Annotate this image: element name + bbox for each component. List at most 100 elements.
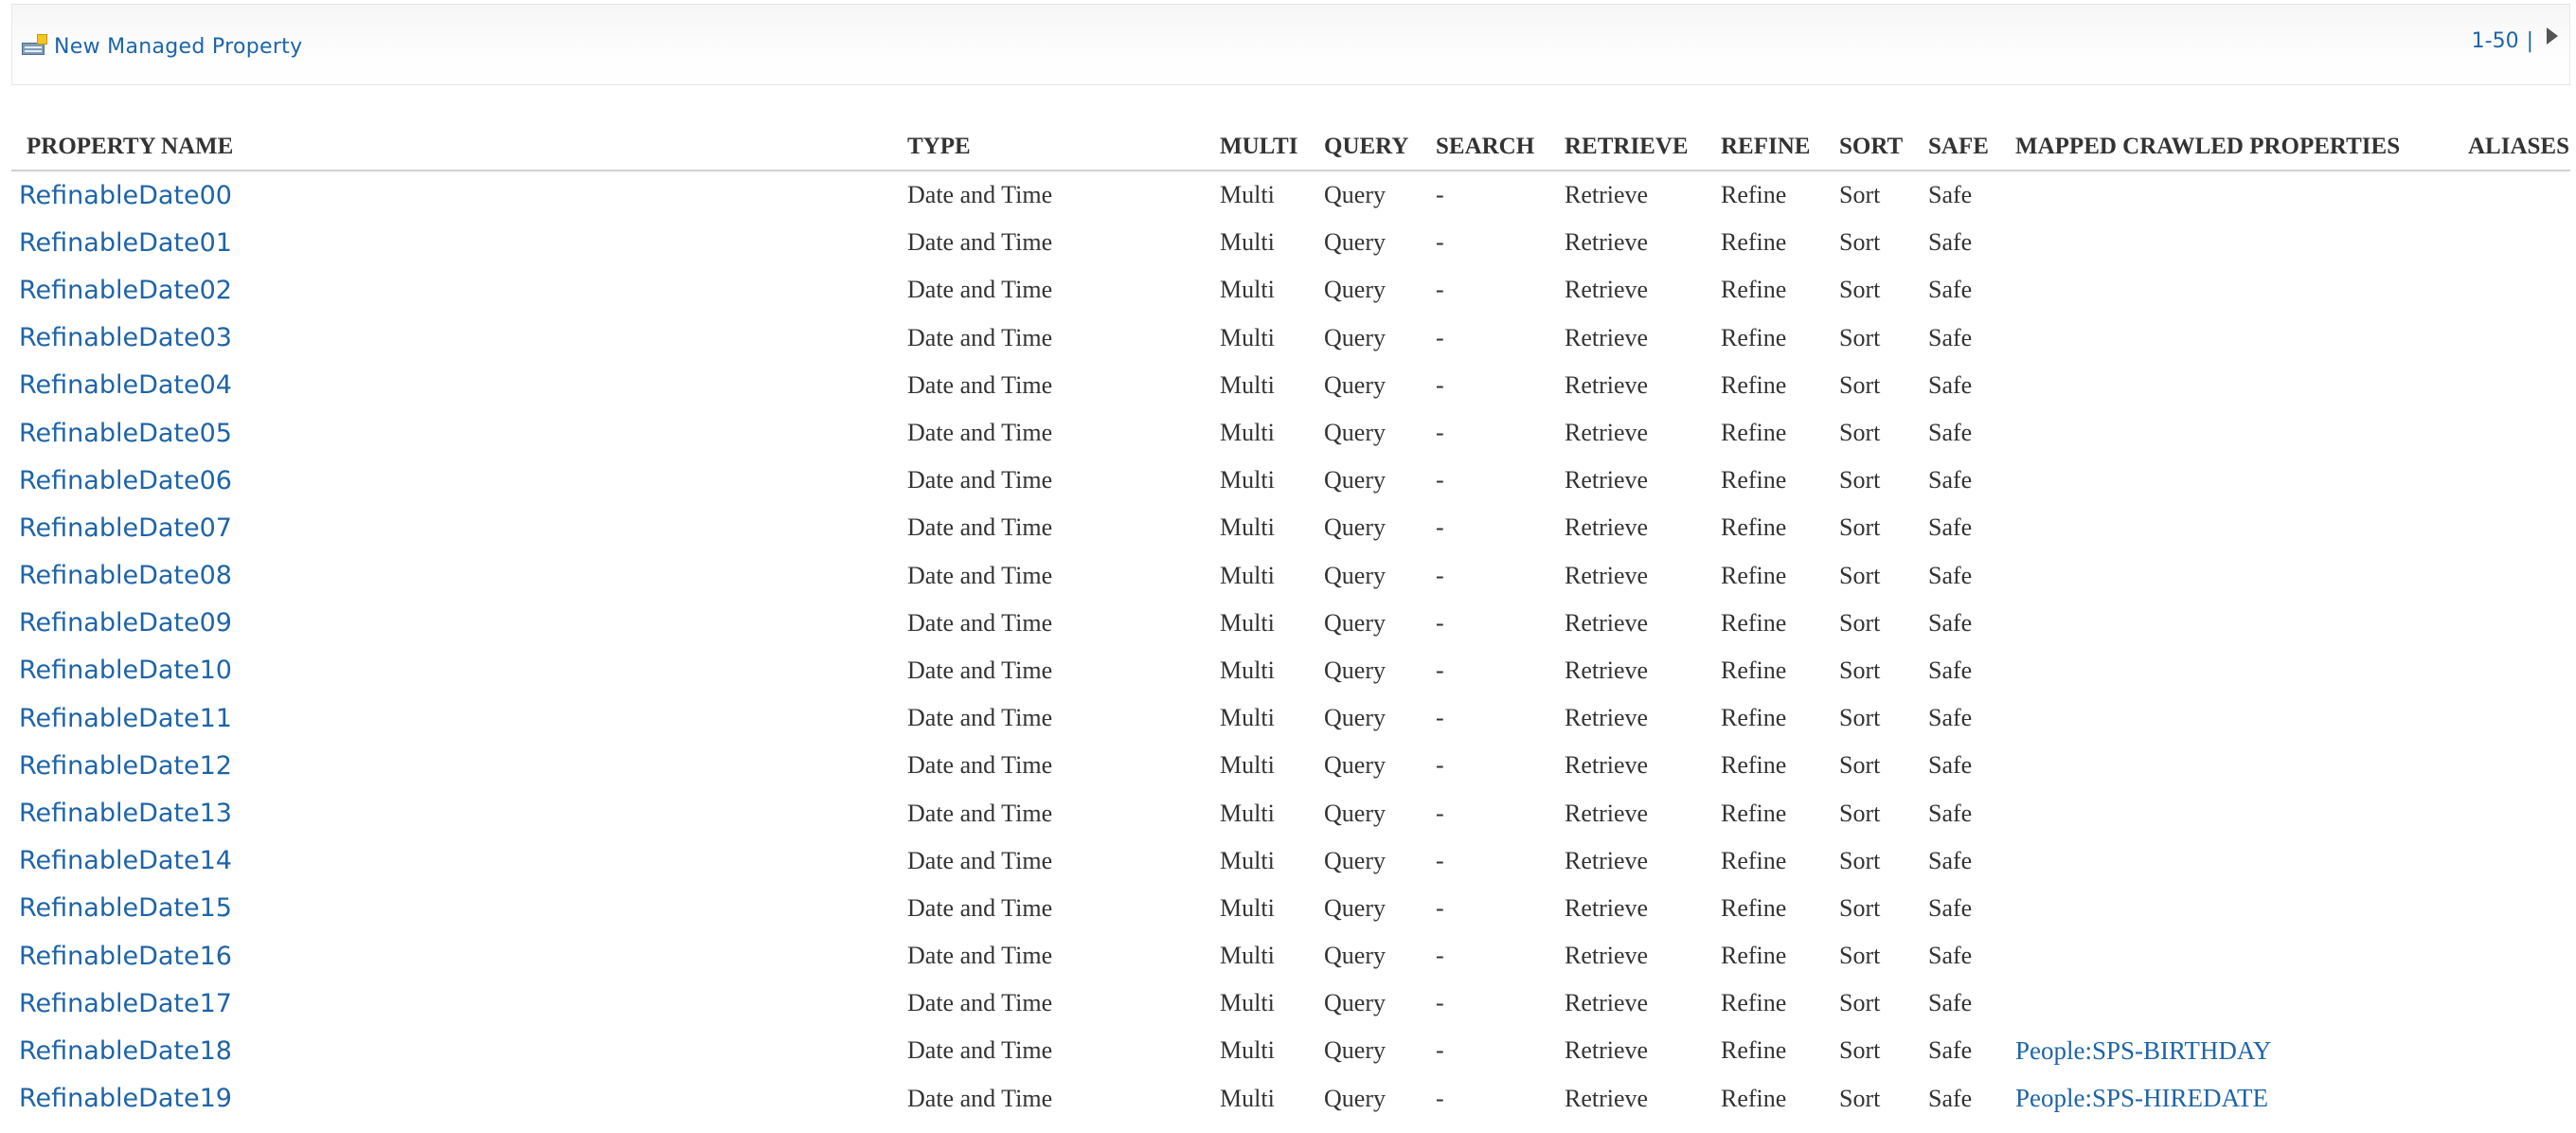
refine-cell: Refine bbox=[1721, 989, 1787, 1017]
next-page-arrow-icon[interactable] bbox=[2547, 27, 2558, 45]
aliases-cell bbox=[2468, 980, 2570, 1027]
search-cell: - bbox=[1436, 893, 1444, 922]
aliases-cell bbox=[2468, 266, 2570, 314]
mapped-crawled-property-link[interactable]: People:SPS-HIREDATE bbox=[2015, 1084, 2268, 1112]
column-header-sort: SORT bbox=[1839, 123, 1928, 171]
query-cell: Query bbox=[1324, 989, 1386, 1017]
property-name-link[interactable]: RefinableDate00 bbox=[11, 181, 232, 210]
retrieve-cell: Retrieve bbox=[1565, 513, 1649, 542]
table-body: RefinableDate00 Date and Time Multi Query - R… bbox=[11, 171, 2570, 1123]
property-name-link[interactable]: RefinableDate17 bbox=[11, 989, 232, 1018]
type-cell: Date and Time bbox=[907, 846, 1053, 874]
search-cell: - bbox=[1436, 704, 1444, 732]
property-name-link[interactable]: RefinableDate05 bbox=[11, 419, 232, 448]
type-cell: Date and Time bbox=[907, 893, 1053, 922]
safe-cell: Safe bbox=[1928, 704, 1973, 732]
property-name-cell: RefinableDate12 bbox=[11, 742, 907, 789]
query-cell: Query bbox=[1324, 181, 1386, 209]
query-cell: Query bbox=[1324, 942, 1386, 970]
refine-cell: Refine bbox=[1721, 1036, 1787, 1065]
property-name-cell: RefinableDate03 bbox=[11, 315, 907, 362]
property-name-link[interactable]: RefinableDate06 bbox=[11, 466, 232, 495]
aliases-cell bbox=[2468, 219, 2570, 266]
multi-cell: Multi bbox=[1220, 276, 1275, 304]
safe-cell: Safe bbox=[1928, 466, 1973, 495]
table-row: RefinableDate18 Date and Time Multi Query - R… bbox=[11, 1027, 2570, 1074]
property-name-cell: RefinableDate10 bbox=[11, 647, 907, 694]
sort-cell: Sort bbox=[1839, 704, 1881, 732]
safe-cell: Safe bbox=[1928, 1084, 1973, 1112]
property-name-cell: RefinableDate06 bbox=[11, 457, 907, 504]
property-name-link[interactable]: RefinableDate07 bbox=[11, 513, 232, 543]
property-name-link[interactable]: RefinableDate19 bbox=[11, 1084, 232, 1113]
mapped-crawled-property-cell bbox=[2015, 694, 2468, 742]
query-cell: Query bbox=[1324, 799, 1386, 827]
property-name-link[interactable]: RefinableDate11 bbox=[11, 704, 232, 733]
property-name-link[interactable]: RefinableDate08 bbox=[11, 561, 232, 590]
safe-cell: Safe bbox=[1928, 656, 1973, 684]
pager-separator: | bbox=[2526, 29, 2533, 53]
column-header-aliases: ALIASES bbox=[2468, 123, 2570, 171]
property-name-link[interactable]: RefinableDate01 bbox=[11, 228, 232, 258]
mapped-crawled-property-link[interactable]: People:SPS-BIRTHDAY bbox=[2015, 1036, 2271, 1065]
search-cell: - bbox=[1436, 228, 1444, 257]
table-row: RefinableDate19 Date and Time Multi Query - R… bbox=[11, 1075, 2570, 1123]
retrieve-cell: Retrieve bbox=[1565, 942, 1649, 970]
query-cell: Query bbox=[1324, 656, 1386, 684]
property-name-link[interactable]: RefinableDate03 bbox=[11, 323, 232, 352]
safe-cell: Safe bbox=[1928, 323, 1973, 351]
property-name-cell: RefinableDate19 bbox=[11, 1075, 907, 1123]
aliases-cell bbox=[2468, 1075, 2570, 1123]
search-cell: - bbox=[1436, 1036, 1444, 1065]
column-header-retrieve: RETRIEVE bbox=[1565, 123, 1721, 171]
query-cell: Query bbox=[1324, 370, 1386, 399]
column-header-query: QUERY bbox=[1324, 123, 1436, 171]
new-managed-property-button[interactable]: New Managed Property bbox=[20, 31, 302, 62]
multi-cell: Multi bbox=[1220, 323, 1275, 351]
table-row: RefinableDate02 Date and Time Multi Query - R… bbox=[11, 266, 2570, 314]
property-name-link[interactable]: RefinableDate09 bbox=[11, 608, 232, 638]
multi-cell: Multi bbox=[1220, 370, 1275, 399]
type-cell: Date and Time bbox=[907, 656, 1053, 684]
safe-cell: Safe bbox=[1928, 846, 1973, 874]
refine-cell: Refine bbox=[1721, 893, 1787, 922]
search-cell: - bbox=[1436, 989, 1444, 1017]
retrieve-cell: Retrieve bbox=[1565, 656, 1649, 684]
sort-cell: Sort bbox=[1839, 989, 1881, 1017]
table-row: RefinableDate10 Date and Time Multi Query - R… bbox=[11, 647, 2570, 694]
table-row: RefinableDate04 Date and Time Multi Query - R… bbox=[11, 362, 2570, 409]
property-name-cell: RefinableDate16 bbox=[11, 932, 907, 980]
property-name-cell: RefinableDate00 bbox=[11, 171, 907, 219]
refine-cell: Refine bbox=[1721, 751, 1787, 780]
retrieve-cell: Retrieve bbox=[1565, 893, 1649, 922]
property-name-cell: RefinableDate11 bbox=[11, 694, 907, 742]
property-name-link[interactable]: RefinableDate14 bbox=[11, 846, 232, 875]
mapped-crawled-property-cell bbox=[2015, 409, 2468, 457]
search-cell: - bbox=[1436, 942, 1444, 970]
retrieve-cell: Retrieve bbox=[1565, 1084, 1649, 1112]
aliases-cell bbox=[2468, 647, 2570, 694]
property-name-link[interactable]: RefinableDate16 bbox=[11, 942, 232, 971]
type-cell: Date and Time bbox=[907, 466, 1053, 495]
multi-cell: Multi bbox=[1220, 181, 1275, 209]
sort-cell: Sort bbox=[1839, 561, 1881, 589]
column-header-multi: MULTI bbox=[1220, 123, 1324, 171]
type-cell: Date and Time bbox=[907, 751, 1053, 780]
new-managed-property-label[interactable]: New Managed Property bbox=[54, 35, 302, 59]
mapped-crawled-property-cell bbox=[2015, 266, 2468, 314]
retrieve-cell: Retrieve bbox=[1565, 989, 1649, 1017]
property-name-link[interactable]: RefinableDate10 bbox=[11, 656, 232, 685]
refine-cell: Refine bbox=[1721, 228, 1787, 257]
property-name-link[interactable]: RefinableDate15 bbox=[11, 893, 232, 923]
property-name-link[interactable]: RefinableDate18 bbox=[11, 1036, 232, 1066]
safe-cell: Safe bbox=[1928, 608, 1973, 637]
sort-cell: Sort bbox=[1839, 370, 1881, 399]
property-name-link[interactable]: RefinableDate13 bbox=[11, 799, 232, 828]
column-header-property-name: PROPERTY NAME bbox=[11, 123, 907, 171]
property-name-link[interactable]: RefinableDate04 bbox=[11, 370, 232, 400]
retrieve-cell: Retrieve bbox=[1565, 751, 1649, 780]
property-name-link[interactable]: RefinableDate02 bbox=[11, 276, 232, 305]
column-header-mapped-crawled-properties: MAPPED CRAWLED PROPERTIES bbox=[2015, 123, 2468, 171]
multi-cell: Multi bbox=[1220, 989, 1275, 1017]
property-name-link[interactable]: RefinableDate12 bbox=[11, 751, 232, 781]
